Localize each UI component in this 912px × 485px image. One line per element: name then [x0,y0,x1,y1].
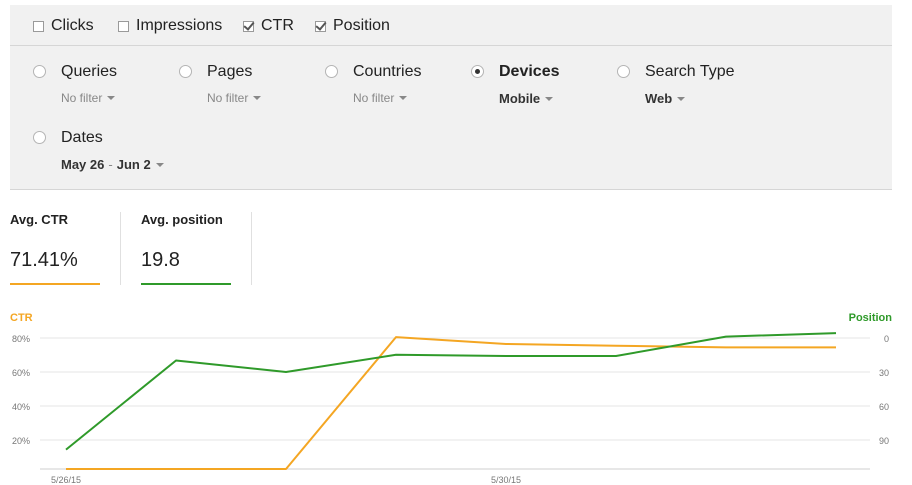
ctr-checkbox[interactable] [243,20,254,32]
metric-clicks[interactable]: Clicks [33,16,94,36]
queries-filter-value: No filter [61,91,103,105]
position-tick-label: 30 [879,368,889,378]
caret-down-icon [253,96,262,100]
filter-dates-label: Dates [61,129,103,146]
filter-pages-label: Pages [207,63,253,80]
caret-down-icon [677,96,686,101]
dates-start: May 26 [61,157,105,172]
avg-ctr-label: Avg. CTR [10,212,69,227]
queries-filter-dropdown[interactable]: No filter [61,91,116,105]
position-tick-label: 60 [879,402,889,412]
ctr-tick-label: 20% [12,436,30,446]
ctr-series-line [66,336,836,470]
x-tick-label: 5/26/15 [51,475,81,485]
totals-divider [251,212,252,285]
caret-down-icon [399,96,408,100]
search-type-filter-dropdown[interactable]: Web [645,91,686,106]
caret-down-icon [155,162,164,167]
countries-filter-value: No filter [353,91,395,105]
x-tick-label: 5/30/15 [491,475,521,485]
ctr-tick-label: 40% [12,402,30,412]
devices-filter-value: Mobile [499,91,541,106]
ctr-underline [10,283,100,285]
filter-countries-label: Countries [353,63,422,80]
dates-end: Jun 2 [116,157,151,172]
pages-filter-value: No filter [207,91,249,105]
filter-panel: Queries No filter Pages No filter Countr… [10,46,892,190]
position-tick-label: 0 [884,334,889,344]
ctr-axis-title: CTR [10,312,33,324]
ctr-tick-label: 60% [12,368,30,378]
caret-down-icon [107,96,116,100]
dates-radio[interactable] [33,131,46,144]
devices-filter-dropdown[interactable]: Mobile [499,91,554,106]
metrics-toolbar: Clicks Impressions CTR Position [10,5,892,46]
metric-impressions[interactable]: Impressions [118,16,222,36]
search-type-radio[interactable] [617,65,630,78]
filter-queries-label: Queries [61,63,118,80]
impressions-checkbox[interactable] [118,20,129,32]
countries-radio[interactable] [325,65,338,78]
countries-filter-dropdown[interactable]: No filter [353,91,408,105]
total-avg-position[interactable]: Avg. position 19.8 [141,212,233,285]
filter-search-type-label: Search Type [645,63,735,80]
totals-divider [120,212,121,285]
metric-position-label: Position [333,17,390,34]
total-avg-ctr[interactable]: Avg. CTR 71.41% [10,212,102,285]
avg-position-value: 19.8 [141,249,180,271]
queries-radio[interactable] [33,65,46,78]
dates-separator: - [108,157,113,172]
position-axis-title: Position [848,312,892,324]
position-checkbox[interactable] [315,20,326,32]
position-tick-label: 90 [879,436,889,446]
caret-down-icon [545,96,554,101]
dates-filter-dropdown[interactable]: May 26- Jun 2 [61,157,164,172]
filter-devices-label: Devices [499,63,560,80]
search-type-filter-value: Web [645,91,673,106]
metric-ctr[interactable]: CTR [243,16,294,36]
ctr-tick-label: 80% [12,334,30,344]
position-series-line [65,332,837,451]
metric-clicks-label: Clicks [51,17,94,34]
pages-radio[interactable] [179,65,192,78]
avg-position-label: Avg. position [141,212,223,227]
avg-ctr-value: 71.41% [10,249,78,271]
metric-position[interactable]: Position [315,16,390,36]
clicks-checkbox[interactable] [33,20,44,32]
metric-impressions-label: Impressions [136,17,223,34]
devices-radio[interactable] [471,65,484,78]
position-underline [141,283,231,285]
metric-ctr-label: CTR [261,17,294,34]
pages-filter-dropdown[interactable]: No filter [207,91,262,105]
